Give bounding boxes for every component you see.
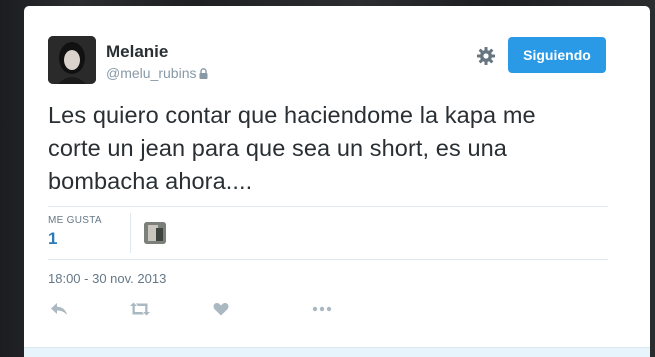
tweet-text-line: bombacha ahora.... [48,168,253,194]
tweet-text-line: corte un jean para que sea un short, es … [48,135,507,161]
tweet-actions [48,298,348,328]
lock-icon [199,67,208,79]
user-name[interactable]: Melanie [106,42,168,62]
avatar[interactable] [48,36,96,84]
retweet-button[interactable] [129,298,151,320]
likes-count[interactable]: 1 [48,229,57,249]
tweet-card: Melanie @melu_rubins Siguiendo Les quier… [24,6,650,357]
tweet-timestamp[interactable]: 18:00 - 30 nov. 2013 [48,271,166,286]
profile-photo-icon [48,36,96,84]
tweet-text: Les quiero contar que haciendome la kapa… [48,99,608,198]
gear-icon[interactable] [476,46,496,66]
more-icon [312,306,332,312]
like-button[interactable] [210,298,232,320]
reply-footer [24,347,650,357]
following-button[interactable]: Siguiendo [508,37,606,73]
tweet-stats: ME GUSTA 1 [48,206,608,260]
user-handle[interactable]: @melu_rubins [106,65,208,81]
liker-avatar-icon [144,222,166,244]
more-button[interactable] [311,298,333,320]
likes-label: ME GUSTA [48,215,102,226]
stats-divider [130,213,131,253]
retweet-icon [130,302,150,316]
tweet-text-line: Les quiero contar que haciendome la kapa… [48,102,536,128]
heart-icon [213,303,229,316]
reply-button[interactable] [48,298,70,320]
reply-icon [51,303,67,315]
handle-text: @melu_rubins [106,65,197,81]
liker-avatar[interactable] [144,222,166,244]
